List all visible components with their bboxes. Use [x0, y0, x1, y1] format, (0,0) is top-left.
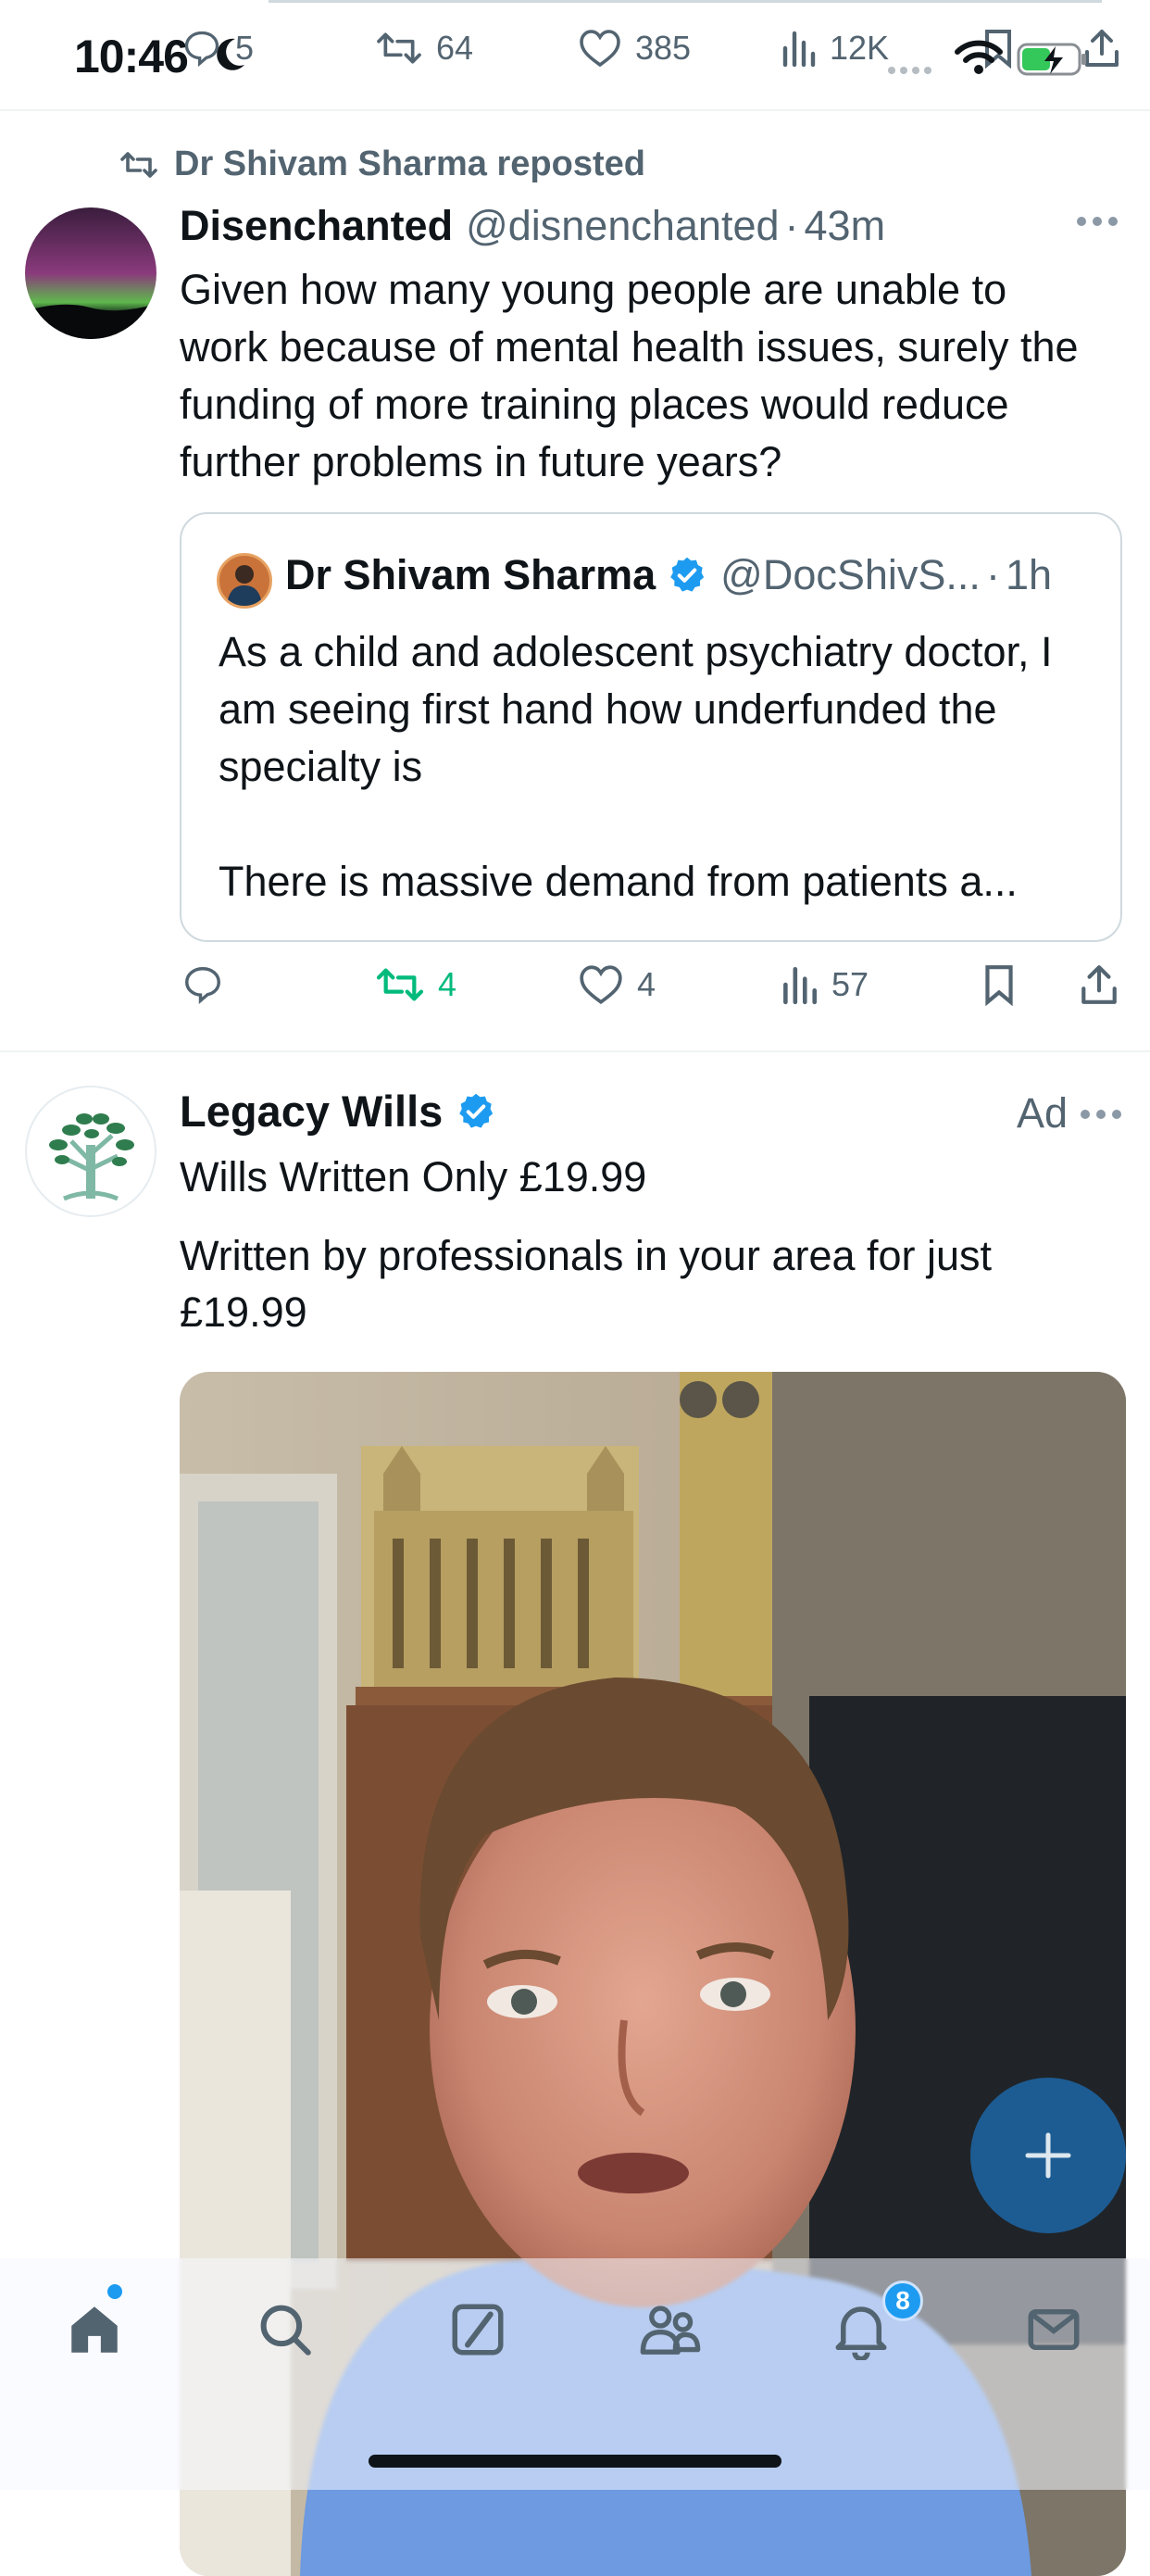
bookmark-icon	[985, 965, 1013, 1006]
home-tab[interactable]	[57, 2293, 131, 2367]
notification-count-badge: 8	[882, 2281, 923, 2321]
like-count: 4	[637, 965, 656, 1003]
reply-action-top[interactable]: 5	[181, 28, 254, 69]
views-count-top: 12K	[830, 29, 890, 67]
quote-text: As a child and adolescent psychiatry doc…	[219, 623, 1098, 911]
quote-text-paragraph-1: As a child and adolescent psychiatry doc…	[219, 628, 1053, 790]
header-divider	[0, 109, 1150, 111]
communities-tab[interactable]	[633, 2293, 707, 2367]
heart-icon	[580, 30, 620, 68]
search-icon	[260, 2305, 311, 2356]
ad-more-options-icon[interactable]	[1080, 1108, 1122, 1121]
like-action-top[interactable]: 385	[578, 28, 691, 69]
like-count-top: 385	[635, 29, 692, 67]
search-tab[interactable]	[248, 2293, 322, 2367]
views-button[interactable]: 57	[780, 963, 869, 1006]
home-notification-dot	[107, 2284, 122, 2299]
quote-avatar	[217, 553, 272, 609]
signal-dots-icon	[887, 65, 933, 76]
plus-icon	[1025, 2132, 1071, 2179]
verified-badge-icon	[670, 557, 705, 592]
views-count: 57	[831, 965, 869, 1003]
tweet-header: Disenchanted @disnenchanted · 43m	[180, 202, 885, 250]
messages-tab[interactable]	[1017, 2293, 1091, 2367]
more-options-icon[interactable]	[1076, 215, 1119, 228]
reply-icon	[185, 967, 220, 1004]
envelope-icon	[1028, 2309, 1080, 2350]
tweet-divider	[0, 1050, 1150, 1052]
ad-label: Ad	[1017, 1089, 1069, 1137]
like-button[interactable]: 4	[578, 963, 656, 1006]
home-icon	[71, 2306, 118, 2353]
quote-text-paragraph-2: There is massive demand from patients a.…	[219, 858, 1018, 905]
verified-badge-icon	[459, 1093, 494, 1128]
ad-body-text: Written by professionals in your area fo…	[180, 1232, 993, 1336]
ad-header: Legacy Wills	[180, 1086, 496, 1137]
quote-header: Dr Shivam Sharma @DocShivS... · 1h	[285, 551, 1052, 599]
repost-label: Dr Shivam Sharma reposted	[174, 145, 645, 183]
repost-attribution[interactable]: Dr Shivam Sharma reposted	[119, 145, 645, 184]
separator-dot: ·	[784, 202, 799, 249]
repost-action-top[interactable]: 64	[375, 28, 473, 69]
quote-separator: ·	[985, 551, 1000, 598]
heart-icon	[580, 965, 622, 1005]
quote-author-handle: @DocShivS...	[720, 551, 981, 598]
home-indicator-bar	[369, 2455, 781, 2468]
views-action-top[interactable]: 12K	[780, 28, 889, 69]
battery-icon	[1017, 41, 1089, 78]
tweet-actions: 4 4 57	[0, 954, 1150, 1028]
ad-headline: Wills Written Only £19.99	[180, 1153, 647, 1200]
grok-icon	[452, 2304, 504, 2356]
repost-icon	[376, 968, 424, 1001]
top-divider-line	[269, 0, 1102, 3]
repost-button[interactable]: 4	[375, 963, 456, 1006]
tweet-text: Given how many young people are unable t…	[180, 266, 1079, 485]
quote-author-name: Dr Shivam Sharma	[285, 551, 656, 598]
views-icon	[782, 31, 816, 68]
share-action-top[interactable]	[1083, 28, 1120, 69]
quoted-tweet-card[interactable]: Dr Shivam Sharma @DocShivS... · 1h As a …	[180, 512, 1122, 942]
bell-icon	[835, 2306, 887, 2360]
wifi-icon	[954, 39, 1004, 76]
author-name[interactable]: Disenchanted	[180, 202, 453, 250]
grok-tab[interactable]	[441, 2293, 515, 2367]
reply-count-top: 5	[235, 29, 255, 67]
reply-icon	[184, 31, 219, 68]
avatar[interactable]	[25, 207, 156, 339]
quote-time: 1h	[1005, 551, 1053, 598]
repost-icon	[377, 32, 421, 64]
share-icon	[1081, 965, 1117, 1004]
advertiser-avatar[interactable]	[25, 1086, 156, 1217]
reply-button[interactable]	[181, 963, 237, 1006]
tweet-time: 43m	[804, 202, 886, 249]
repost-count-top: 64	[436, 29, 474, 67]
advertiser-name[interactable]: Legacy Wills	[180, 1086, 443, 1137]
compose-button[interactable]	[970, 2078, 1126, 2233]
tree-logo-icon	[49, 1113, 134, 1201]
share-button[interactable]	[1080, 963, 1119, 1006]
repost-small-icon	[120, 151, 157, 178]
communities-icon	[640, 2306, 701, 2355]
author-handle[interactable]: @disnenchanted	[466, 202, 779, 250]
share-icon	[1085, 30, 1119, 67]
views-icon	[783, 966, 818, 1005]
bookmark-button[interactable]	[980, 963, 1019, 1006]
repost-count: 4	[438, 965, 457, 1003]
